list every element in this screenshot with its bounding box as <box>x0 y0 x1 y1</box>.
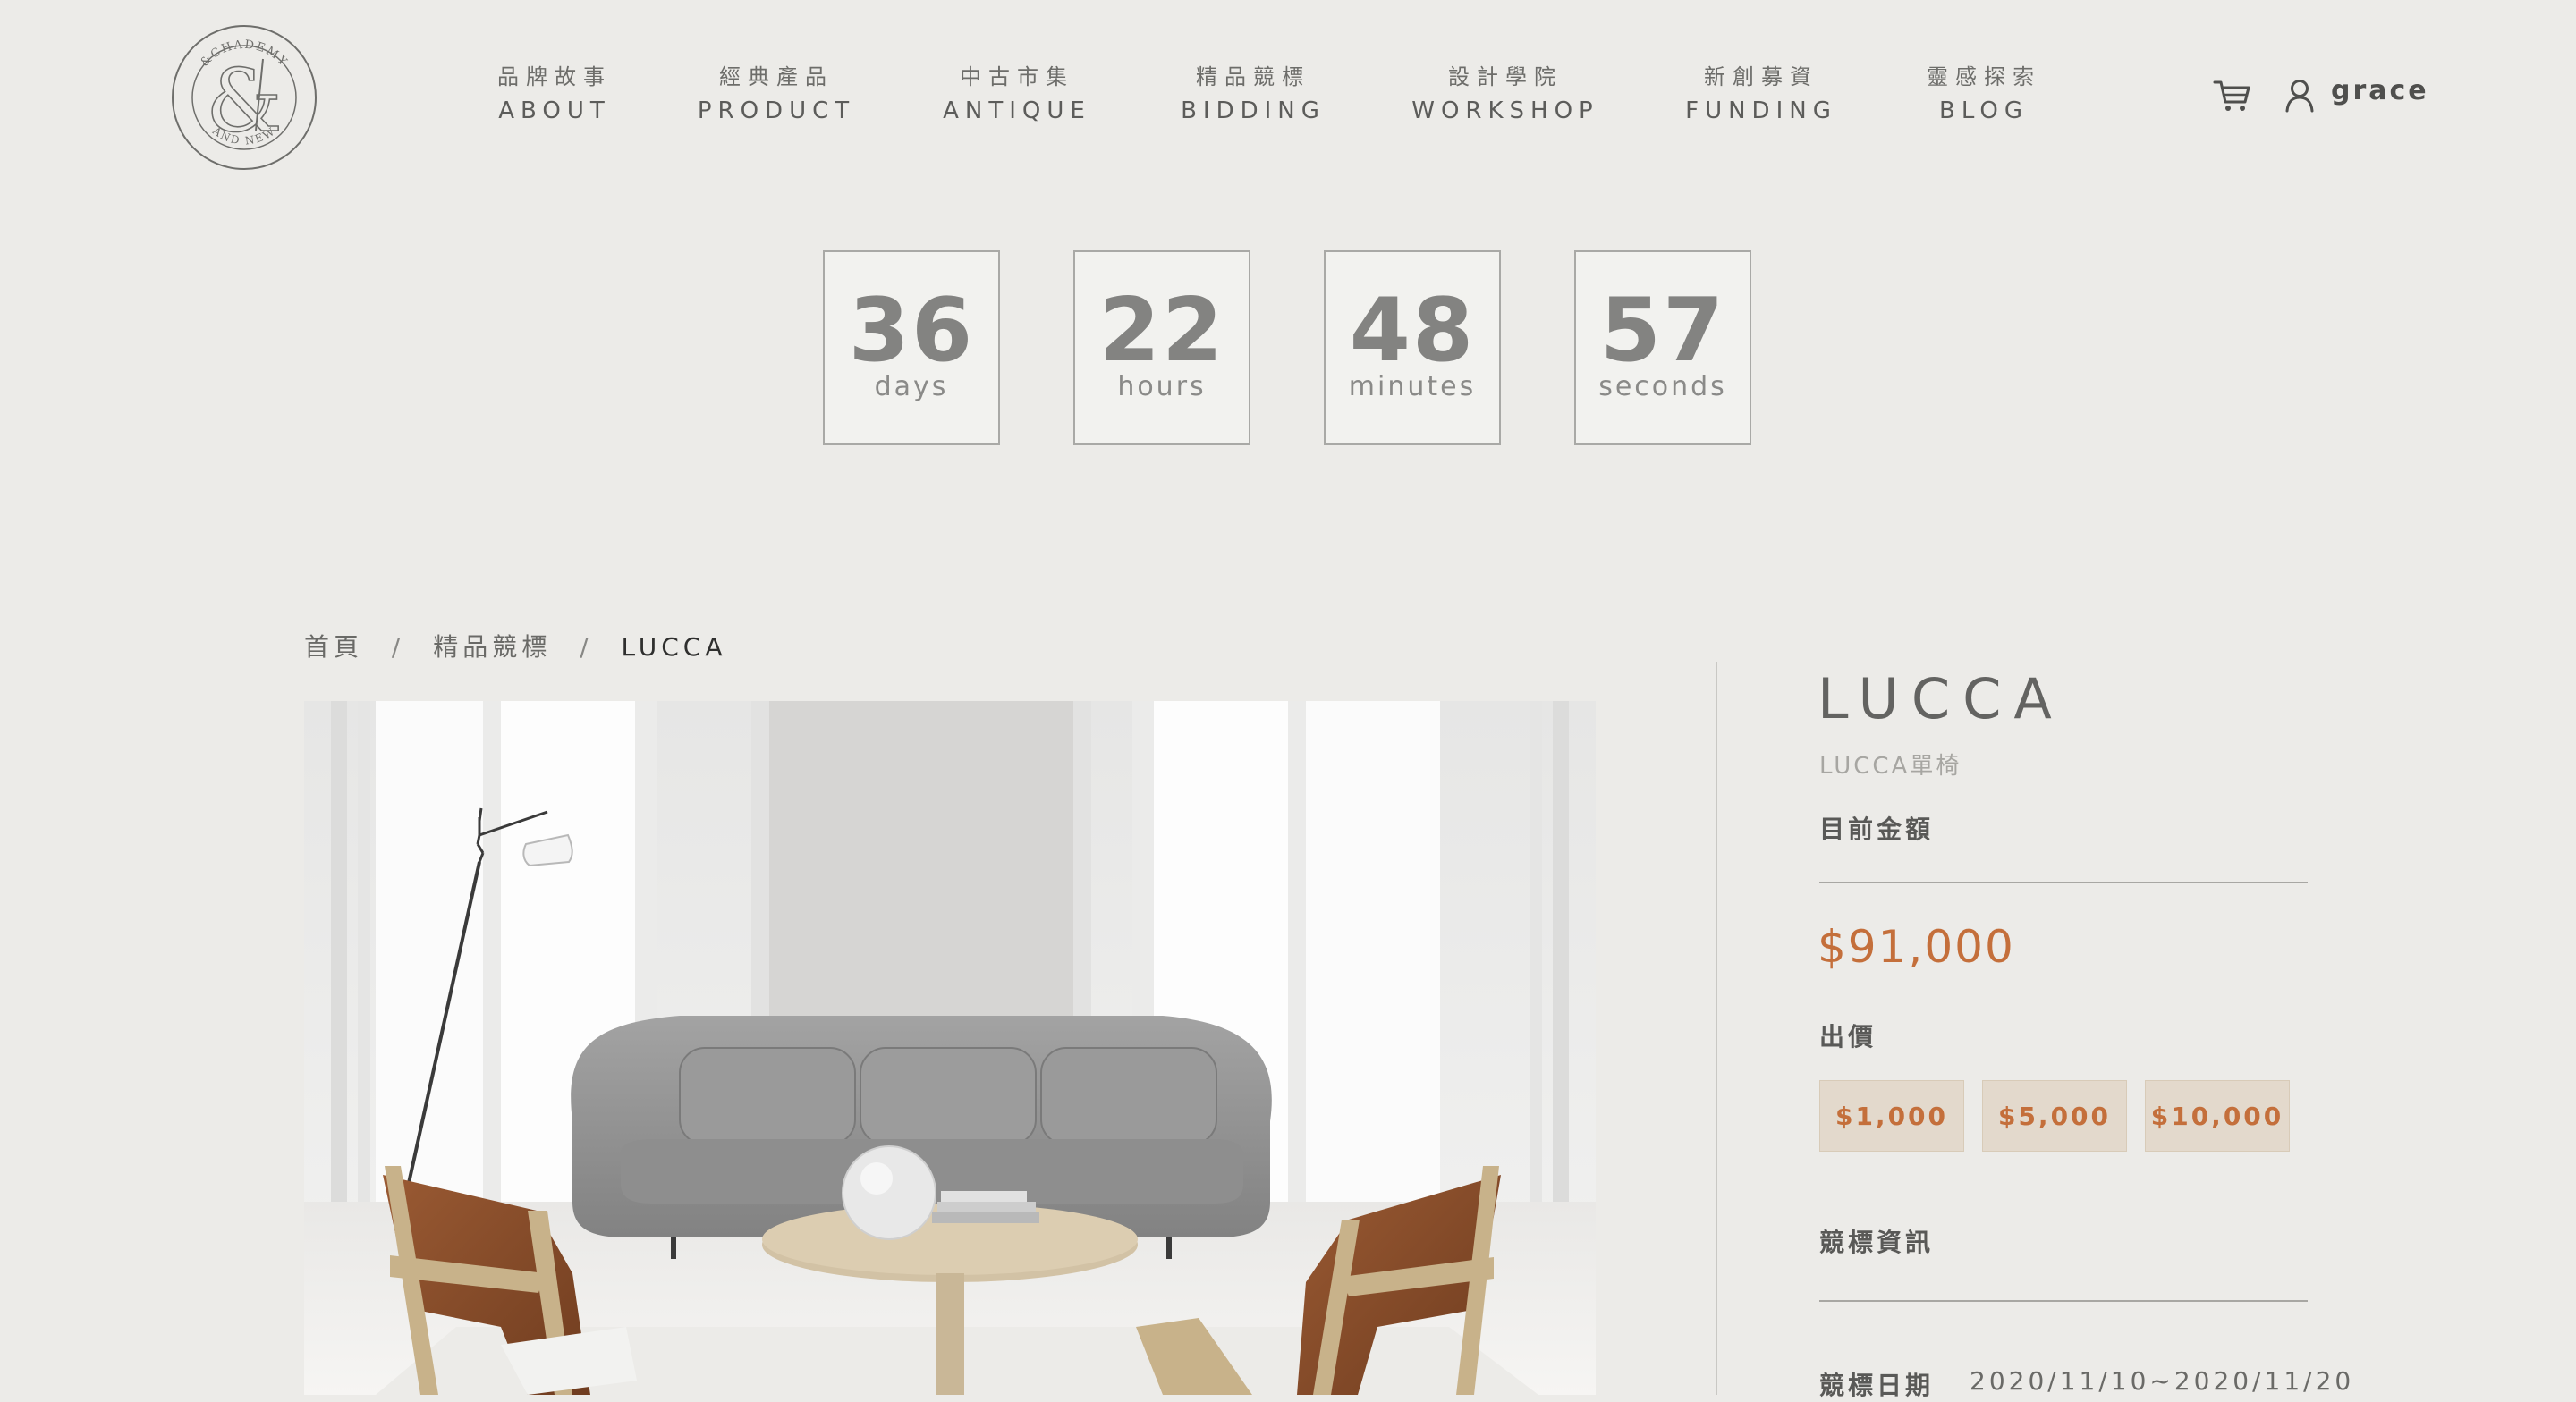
nav-bidding[interactable]: 精品競標 BIDDING <box>1174 63 1333 127</box>
nav-funding-en: FUNDING <box>1685 97 1837 124</box>
bidding-date-label: 競標日期 <box>1819 1371 1935 1400</box>
bid-5000-button[interactable]: $5,000 <box>1982 1080 2127 1152</box>
nav-funding-zh: 新創募資 <box>1704 64 1818 89</box>
breadcrumb: 首頁 / 精品競標 / LUCCA <box>304 628 727 663</box>
nav-bidding-en: BIDDING <box>1181 97 1326 124</box>
bidding-info-label: 競標資訊 <box>1819 1228 1935 1257</box>
info-divider <box>1819 1300 2308 1302</box>
countdown-minutes-unit: minutes <box>1348 371 1477 402</box>
product-title: LUCCA <box>1818 666 2064 731</box>
price-divider <box>1819 882 2308 883</box>
nav-funding[interactable]: 新創募資 FUNDING <box>1678 63 1844 127</box>
nav-blog[interactable]: 靈感探索 BLOG <box>1919 63 2048 127</box>
current-price-label: 目前金額 <box>1819 815 1935 844</box>
svg-text:&: & <box>206 51 282 151</box>
product-subtitle: LUCCA單椅 <box>1819 753 1962 780</box>
countdown-days: 36 days <box>823 250 1000 445</box>
countdown-minutes: 48 minutes <box>1324 250 1501 445</box>
nav-about-zh: 品牌故事 <box>497 64 612 89</box>
cart-icon[interactable] <box>2213 79 2250 113</box>
nav-about-en: ABOUT <box>498 97 611 124</box>
nav-blog-zh: 靈感探索 <box>1927 64 2041 89</box>
bidding-date-value: 2020/11/10~2020/11/20 <box>1970 1366 2355 1396</box>
product-image <box>304 701 1596 1395</box>
countdown-hours: 22 hours <box>1073 250 1250 445</box>
countdown-seconds: 57 seconds <box>1574 250 1751 445</box>
user-icon[interactable] <box>2284 79 2315 113</box>
brand-logo[interactable]: &CHADEMY AND NEW & <box>170 23 318 172</box>
nav-workshop-en: WORKSHOP <box>1411 97 1599 124</box>
nav-bidding-zh: 精品競標 <box>1196 64 1310 89</box>
breadcrumb-current: LUCCA <box>621 632 727 662</box>
nav-antique[interactable]: 中古市集 ANTIQUE <box>936 63 1098 127</box>
breadcrumb-separator: / <box>580 632 593 662</box>
bid-10000-button[interactable]: $10,000 <box>2145 1080 2290 1152</box>
bid-label: 出價 <box>1819 1022 1877 1052</box>
breadcrumb-category[interactable]: 精品競標 <box>433 628 551 663</box>
countdown-days-value: 36 <box>848 280 975 382</box>
nav-antique-en: ANTIQUE <box>943 97 1091 124</box>
countdown-seconds-unit: seconds <box>1598 371 1727 402</box>
username-label[interactable]: grace <box>2331 75 2429 106</box>
breadcrumb-home[interactable]: 首頁 <box>304 628 363 663</box>
ampersand-seal-icon: &CHADEMY AND NEW & <box>172 25 317 170</box>
countdown-seconds-value: 57 <box>1599 280 1726 382</box>
current-price: $91,000 <box>1818 921 2015 973</box>
living-room-photo <box>304 701 1596 1395</box>
countdown-hours-value: 22 <box>1098 280 1225 382</box>
nav-product-en: PRODUCT <box>697 97 856 124</box>
nav-workshop[interactable]: 設計學院 WORKSHOP <box>1406 63 1605 127</box>
nav-workshop-zh: 設計學院 <box>1448 64 1563 89</box>
nav-product-zh: 經典產品 <box>719 64 834 89</box>
nav-about[interactable]: 品牌故事 ABOUT <box>483 63 626 127</box>
nav-antique-zh: 中古市集 <box>960 64 1074 89</box>
vertical-divider <box>1716 662 1717 1395</box>
nav-blog-en: BLOG <box>1938 97 2029 124</box>
bid-1000-button[interactable]: $1,000 <box>1819 1080 1964 1152</box>
countdown-minutes-value: 48 <box>1349 280 1476 382</box>
nav-product[interactable]: 經典產品 PRODUCT <box>696 63 857 127</box>
breadcrumb-separator: / <box>391 632 405 662</box>
